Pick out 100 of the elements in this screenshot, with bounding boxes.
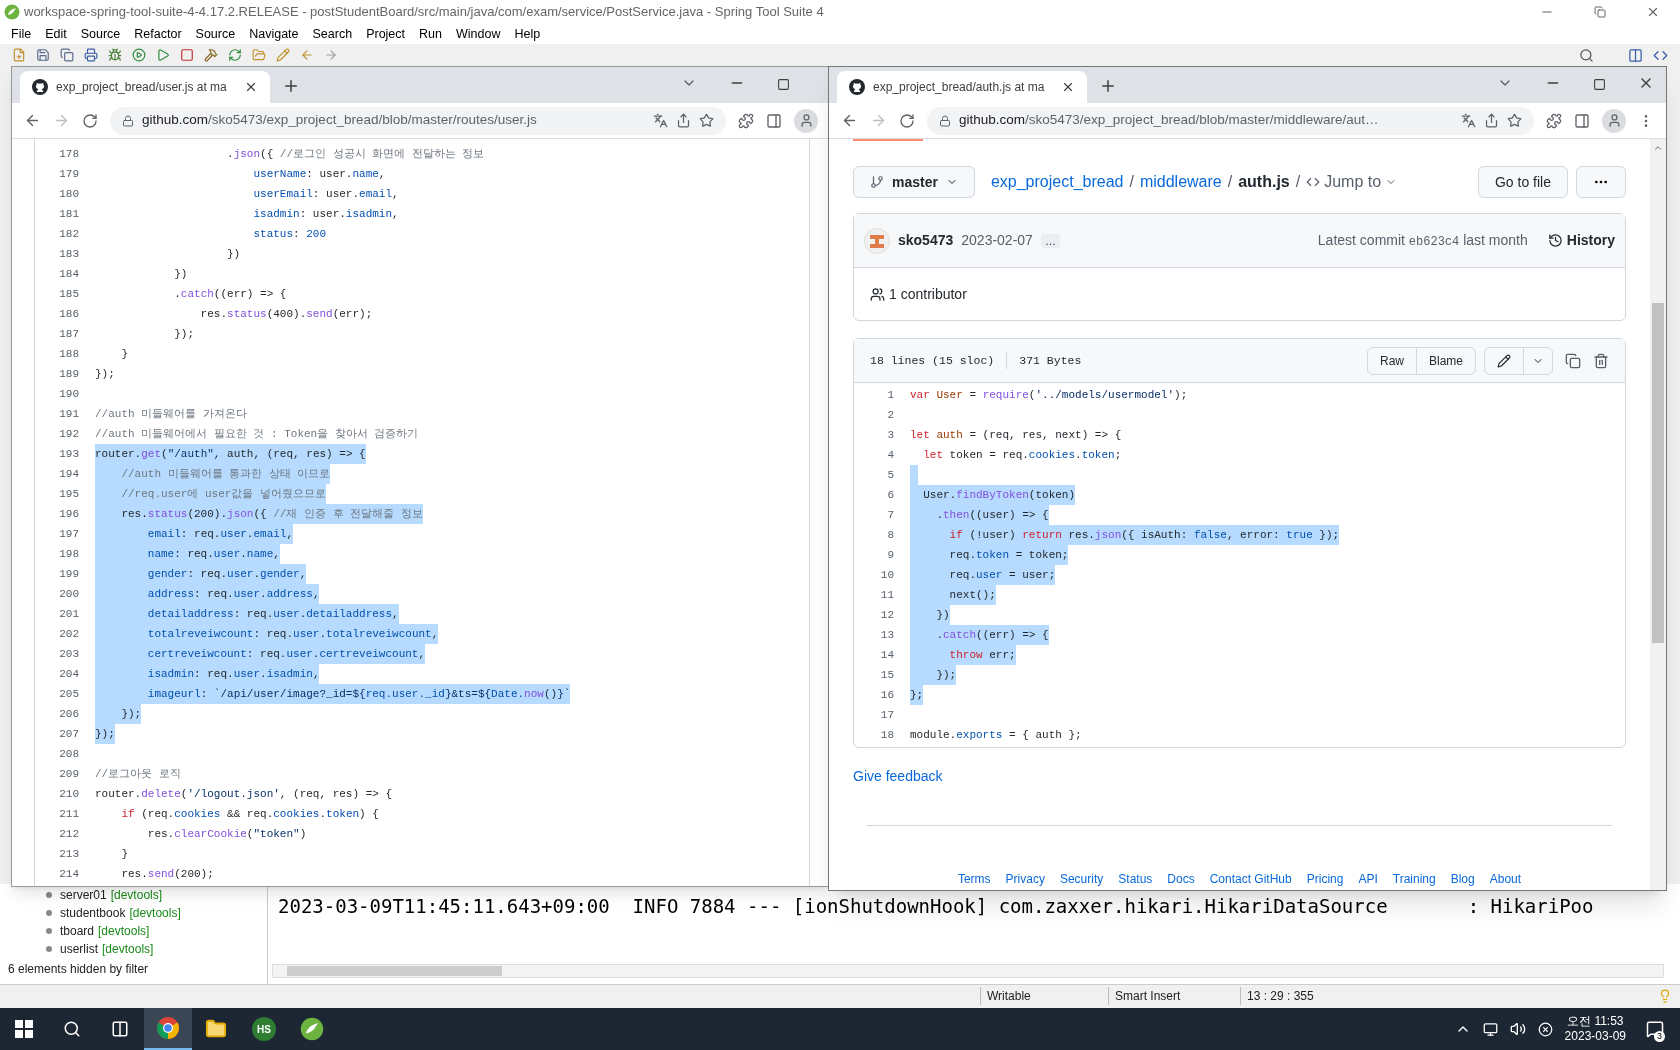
server-item[interactable]: tboard [devtools] [8,922,267,940]
breadcrumb-link[interactable]: middleware [1139,170,1222,194]
share-icon[interactable] [676,113,691,128]
menu-item[interactable]: Edit [38,24,74,44]
menu-item[interactable]: Navigate [242,24,306,44]
line-number: 210 [58,786,79,802]
line-number: 207 [58,726,79,742]
translate-icon[interactable] [653,113,668,128]
perspective-icon[interactable] [1628,47,1643,63]
jump-to-button[interactable]: Jump to [1306,170,1398,194]
maximize-icon[interactable] [777,78,790,91]
address-bar[interactable]: github.com/sko5473/exp_project_bread/blob/master/routes/user.js [110,106,726,135]
menu-item[interactable]: Refactor [127,24,189,44]
address-bar[interactable]: github.com/sko5473/exp_project_bread/blob/master/middleware/aut… [927,106,1534,135]
footer-link[interactable]: Security [1059,870,1104,888]
go-to-file-button[interactable]: Go to file [1477,166,1568,198]
edit-button[interactable] [1484,346,1553,375]
footer-link[interactable]: Terms [957,870,991,888]
close-icon[interactable] [1646,5,1660,19]
code-line: isadmin: user.isadmin, [252,207,399,222]
bookmark-star-icon[interactable] [699,113,714,128]
play-icon[interactable] [156,48,170,62]
horizontal-scrollbar[interactable] [272,964,1664,978]
menu-item[interactable]: Help [507,24,548,44]
taskbar-button[interactable]: HS [240,1008,288,1050]
line-number: 1 [886,387,894,403]
menu-item[interactable]: Window [448,24,508,44]
copy-icon[interactable] [60,48,74,62]
hammer-icon[interactable] [204,48,218,62]
footer-link[interactable]: API [1358,870,1378,888]
server-item[interactable]: userlist [devtools] [8,940,267,958]
extensions-icon[interactable] [738,112,754,129]
scroll-up-icon[interactable] [1653,143,1663,153]
menu-item[interactable]: Project [359,24,413,44]
footer-link[interactable]: Blog [1450,870,1475,888]
new-tab-icon[interactable] [282,77,300,95]
footer-link[interactable]: About [1489,870,1522,888]
bookmark-star-icon[interactable] [1507,113,1522,128]
history-link[interactable]: History [1547,230,1615,251]
footer-link[interactable]: Pricing [1306,870,1344,888]
footer-link[interactable]: Contact GitHub [1209,870,1292,888]
new-tab-icon[interactable] [1099,77,1117,95]
reload-icon[interactable] [82,112,98,129]
printer-icon[interactable] [84,48,98,62]
footer-link[interactable]: Status [1118,870,1153,888]
branch-button[interactable]: master [853,166,975,198]
translate-icon[interactable] [1461,113,1476,128]
bug-icon[interactable] [108,48,122,62]
profile-avatar[interactable] [794,108,818,133]
expand-message-button[interactable]: … [1040,233,1060,248]
profile-avatar[interactable] [1602,108,1626,133]
maximize-icon[interactable] [1593,78,1606,91]
contributors-link[interactable]: 1 contributor [870,283,967,305]
feedback-link[interactable]: Give feedback [853,766,943,787]
copy-icon[interactable] [1565,352,1581,369]
vertical-scrollbar[interactable] [1650,139,1666,890]
back-icon[interactable] [24,112,41,129]
side-panel-icon[interactable] [766,112,782,129]
side-panel-icon[interactable] [1574,112,1590,129]
footer-link[interactable]: Docs [1167,870,1195,888]
clock[interactable]: 오전 11:53 2023-03-09 [1564,1014,1626,1044]
extensions-icon[interactable] [1546,112,1562,129]
stop-icon[interactable] [180,48,194,62]
menu-item[interactable]: Run [412,24,449,44]
menu-item[interactable]: Search [305,24,360,44]
code-line: router.delete('/logout.json', (req, res) => { [95,787,393,802]
network-icon[interactable] [1482,1021,1498,1037]
back-icon[interactable] [841,112,858,129]
breadcrumb-link[interactable]: exp_project_bread [990,170,1124,194]
reload-icon[interactable] [899,112,915,129]
status-field: Writable [980,986,1108,1005]
line-number: 193 [58,446,79,462]
code-line: }) [173,267,188,282]
menu-item[interactable]: File [4,24,39,44]
folder-icon[interactable] [252,48,266,62]
save-icon[interactable] [36,48,50,62]
menu-item[interactable]: Source [73,24,128,44]
line-number: 206 [58,706,79,722]
browser-tab[interactable]: exp_project_bread/auth.js at ma [837,71,1087,103]
line-number: 198 [58,546,79,562]
server-item[interactable]: studentbook [devtools] [8,904,267,922]
commit-author[interactable]: sko5473 [898,230,954,251]
close-tab-icon[interactable] [1061,80,1075,94]
trash-icon[interactable] [1593,352,1609,369]
line-number: 11 [879,587,894,603]
share-icon[interactable] [1484,113,1499,128]
footer-link[interactable]: Training [1392,870,1436,888]
restore-icon[interactable] [1594,6,1606,18]
speaker-icon[interactable] [1509,1021,1526,1037]
footer-link[interactable]: Privacy [1005,870,1045,888]
close-tab-icon[interactable] [244,80,258,94]
play-circle-icon[interactable] [132,48,146,62]
file-button[interactable]: Raw [1366,346,1417,375]
file-button[interactable]: Blame [1416,346,1476,375]
menu-item[interactable]: Source [188,24,243,44]
refresh-icon[interactable] [228,48,242,62]
browser-tab[interactable]: exp_project_bread/user.js at ma [20,71,270,103]
server-item[interactable]: server01 [devtools] [8,886,267,904]
close-circle-icon[interactable] [1537,1021,1553,1037]
search-icon[interactable] [1579,47,1594,63]
